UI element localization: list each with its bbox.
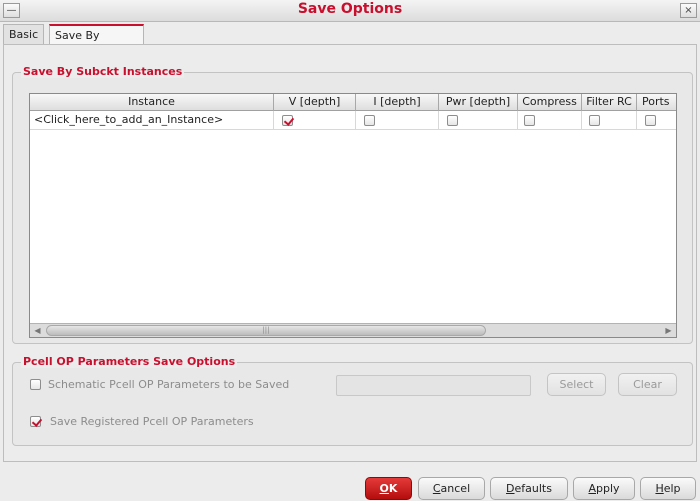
column-header-ports[interactable]: Ports <box>637 94 676 111</box>
instance-cell[interactable]: <Click_here_to_add_an_Instance> <box>30 111 274 130</box>
defaults-mnemonic: D <box>506 482 515 495</box>
horizontal-scrollbar[interactable]: ◀ ||| ▶ <box>30 323 676 337</box>
help-label-rest: elp <box>663 482 681 495</box>
defaults-button[interactable]: Defaults <box>490 477 568 500</box>
table-row[interactable]: <Click_here_to_add_an_Instance> <box>30 111 676 130</box>
ok-button[interactable]: OK <box>365 477 412 500</box>
column-header-i-depth[interactable]: I [depth] <box>356 94 439 111</box>
table-header: Instance V [depth] I [depth] Pwr [depth]… <box>30 94 676 111</box>
tab-content: Save By Subckt Instances Instance V [dep… <box>3 44 697 462</box>
i-depth-checkbox[interactable] <box>364 115 375 126</box>
tab-basic[interactable]: Basic <box>3 24 44 44</box>
pcell-parameters-field <box>336 375 531 396</box>
help-button[interactable]: Help <box>640 477 696 500</box>
column-header-compress[interactable]: Compress <box>518 94 582 111</box>
apply-label-rest: pply <box>596 482 620 495</box>
compress-checkbox[interactable] <box>524 115 535 126</box>
scrollbar-thumb[interactable]: ||| <box>46 325 486 336</box>
title-bar: — Save Options × <box>0 0 700 22</box>
column-header-instance[interactable]: Instance <box>30 94 274 111</box>
defaults-label-rest: efaults <box>514 482 552 495</box>
ports-cell <box>637 111 676 130</box>
column-header-pwr-depth[interactable]: Pwr [depth] <box>439 94 518 111</box>
ok-label-rest: K <box>388 482 398 495</box>
ports-checkbox[interactable] <box>645 115 656 126</box>
column-header-v-depth[interactable]: V [depth] <box>274 94 356 111</box>
close-icon[interactable]: × <box>680 3 697 18</box>
registered-pcell-checkbox[interactable] <box>30 416 41 427</box>
ok-mnemonic: O <box>379 482 389 495</box>
registered-pcell-label: Save Registered Pcell OP Parameters <box>50 415 254 428</box>
column-header-filter-rc[interactable]: Filter RC <box>582 94 637 111</box>
filter-rc-cell <box>582 111 637 130</box>
pcell-group-title: Pcell OP Parameters Save Options <box>21 355 238 368</box>
instances-table: Instance V [depth] I [depth] Pwr [depth]… <box>29 93 677 338</box>
schematic-pcell-checkbox[interactable] <box>30 379 41 390</box>
clear-button: Clear <box>618 373 677 396</box>
window-title: Save Options <box>297 1 403 17</box>
cancel-button[interactable]: Cancel <box>418 477 485 500</box>
select-button: Select <box>547 373 606 396</box>
v-depth-checkbox[interactable] <box>282 115 293 126</box>
cancel-label-rest: ancel <box>440 482 471 495</box>
pcell-group: Pcell OP Parameters Save Options Schemat… <box>12 355 693 446</box>
pwr-depth-checkbox[interactable] <box>447 115 458 126</box>
instances-group-title: Save By Subckt Instances <box>21 65 185 78</box>
compress-cell <box>518 111 582 130</box>
pwr-depth-cell <box>439 111 518 130</box>
scroll-right-icon[interactable]: ▶ <box>662 325 675 336</box>
cancel-mnemonic: C <box>432 482 441 495</box>
tab-save-by-subckt[interactable]: Save By Subckt <box>49 24 144 62</box>
i-depth-cell <box>356 111 439 130</box>
apply-button[interactable]: Apply <box>573 477 635 500</box>
schematic-pcell-label: Schematic Pcell OP Parameters to be Save… <box>48 378 290 391</box>
filter-rc-checkbox[interactable] <box>589 115 600 126</box>
apply-mnemonic: A <box>588 482 596 495</box>
v-depth-cell <box>274 111 356 130</box>
help-mnemonic: H <box>655 482 664 495</box>
instances-group: Save By Subckt Instances Instance V [dep… <box>12 65 693 344</box>
scroll-left-icon[interactable]: ◀ <box>31 325 44 336</box>
